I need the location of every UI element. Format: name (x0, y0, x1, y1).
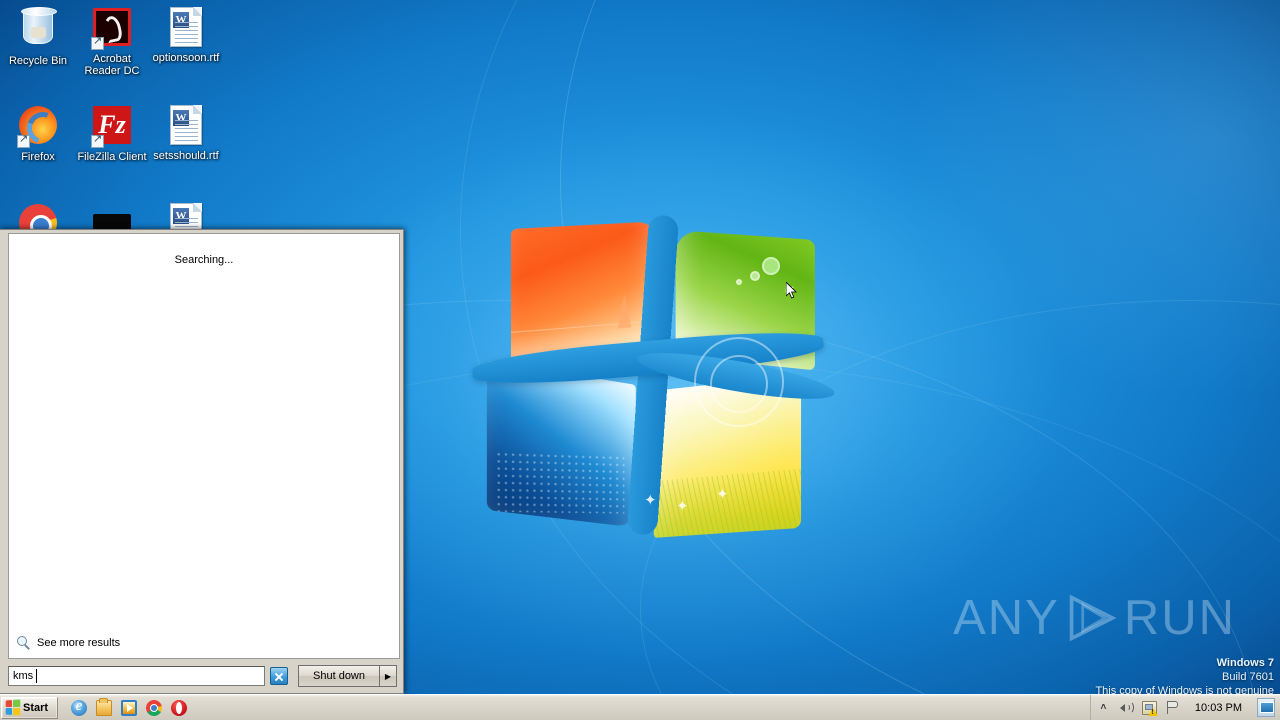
start-menu-footer: Shut down ▶ (0, 659, 403, 693)
show-desktop-button[interactable] (1257, 698, 1275, 717)
start-menu-panel[interactable]: Searching... See more results Shut down … (0, 229, 404, 694)
desktop-icon-label: Acrobat Reader DC (84, 53, 140, 77)
windows-media-player-icon[interactable] (121, 699, 137, 716)
start-menu-search-input[interactable] (8, 666, 266, 686)
filezilla-icon: Fz (91, 106, 133, 148)
logo-bokeh (762, 257, 780, 275)
show-hidden-icons-button[interactable]: ˄ (1096, 700, 1111, 715)
rtf-document-icon: W (165, 105, 207, 147)
search-status-text: Searching... (174, 254, 234, 266)
logo-pane-blue (486, 360, 636, 528)
shutdown-button[interactable]: Shut down (298, 665, 380, 687)
text-cursor (36, 669, 37, 683)
shutdown-button-group[interactable]: Shut down ▶ (298, 665, 397, 687)
shutdown-options-arrow-icon[interactable]: ▶ (380, 665, 397, 687)
start-menu-results-list: Searching... See more results (8, 233, 400, 659)
shortcut-arrow-icon (17, 133, 30, 148)
desktop-icon-filezilla[interactable]: Fz FileZilla Client (74, 104, 150, 163)
quick-launch-bar (62, 695, 187, 720)
windows-explorer-icon[interactable] (96, 697, 112, 716)
taskbar: Start ˄ 10:03 PM (0, 694, 1280, 720)
desktop-icon-label: FileZilla Client (77, 151, 147, 163)
windows-logo-icon (5, 699, 21, 716)
volume-icon[interactable] (1119, 700, 1134, 715)
logo-bokeh (750, 271, 760, 281)
action-center-flag-icon[interactable] (1165, 700, 1180, 715)
desktop-icon-optionsoon-rtf[interactable]: W optionsoon.rtf (148, 6, 224, 64)
desktop-icon-label: setsshould.rtf (153, 150, 219, 162)
acrobat-reader-icon (91, 8, 133, 50)
rtf-document-icon: W (165, 7, 207, 49)
sparkle-icon: ✦ (676, 498, 689, 515)
start-button[interactable]: Start (1, 696, 58, 719)
desktop-icon-label: Firefox (21, 151, 55, 163)
shortcut-arrow-icon (91, 35, 104, 50)
opera-icon[interactable] (171, 699, 187, 716)
recycle-bin-icon (17, 7, 59, 52)
internet-explorer-icon[interactable] (71, 698, 87, 716)
see-more-results-link[interactable]: See more results (9, 631, 399, 658)
see-more-results-label: See more results (37, 637, 121, 649)
sparkle-icon: ✦ (644, 492, 657, 509)
logo-lens-flare (710, 355, 768, 413)
taskbar-clock[interactable]: 10:03 PM (1188, 702, 1249, 714)
clear-search-button[interactable] (270, 667, 289, 685)
firefox-icon (17, 106, 59, 148)
chrome-icon[interactable] (146, 699, 162, 716)
network-warning-icon[interactable] (1141, 700, 1158, 716)
shortcut-arrow-icon (91, 133, 104, 148)
system-tray: ˄ 10:03 PM (1089, 695, 1280, 720)
search-icon (17, 636, 31, 650)
desktop-icon-label: Recycle Bin (8, 55, 68, 67)
desktop-icon-setsshould-rtf[interactable]: W setsshould.rtf (148, 104, 224, 162)
windows-desktop-screen: ✓ ✦ ✦ ✦ Recycle Bin Acrobat Reader DC W … (0, 0, 1280, 720)
desktop-icon-recycle-bin[interactable]: Recycle Bin (0, 6, 76, 67)
desktop-icon-firefox[interactable]: Firefox (0, 104, 76, 163)
start-button-label: Start (23, 701, 49, 714)
logo-bokeh (736, 279, 742, 285)
desktop-icon-acrobat-reader[interactable]: Acrobat Reader DC (74, 6, 150, 77)
sparkle-icon: ✦ (716, 486, 729, 503)
desktop-icon-label: optionsoon.rtf (152, 52, 220, 64)
windows-logo-wallpaper: ✓ ✦ ✦ ✦ (466, 214, 838, 538)
search-field-wrapper (8, 666, 266, 686)
